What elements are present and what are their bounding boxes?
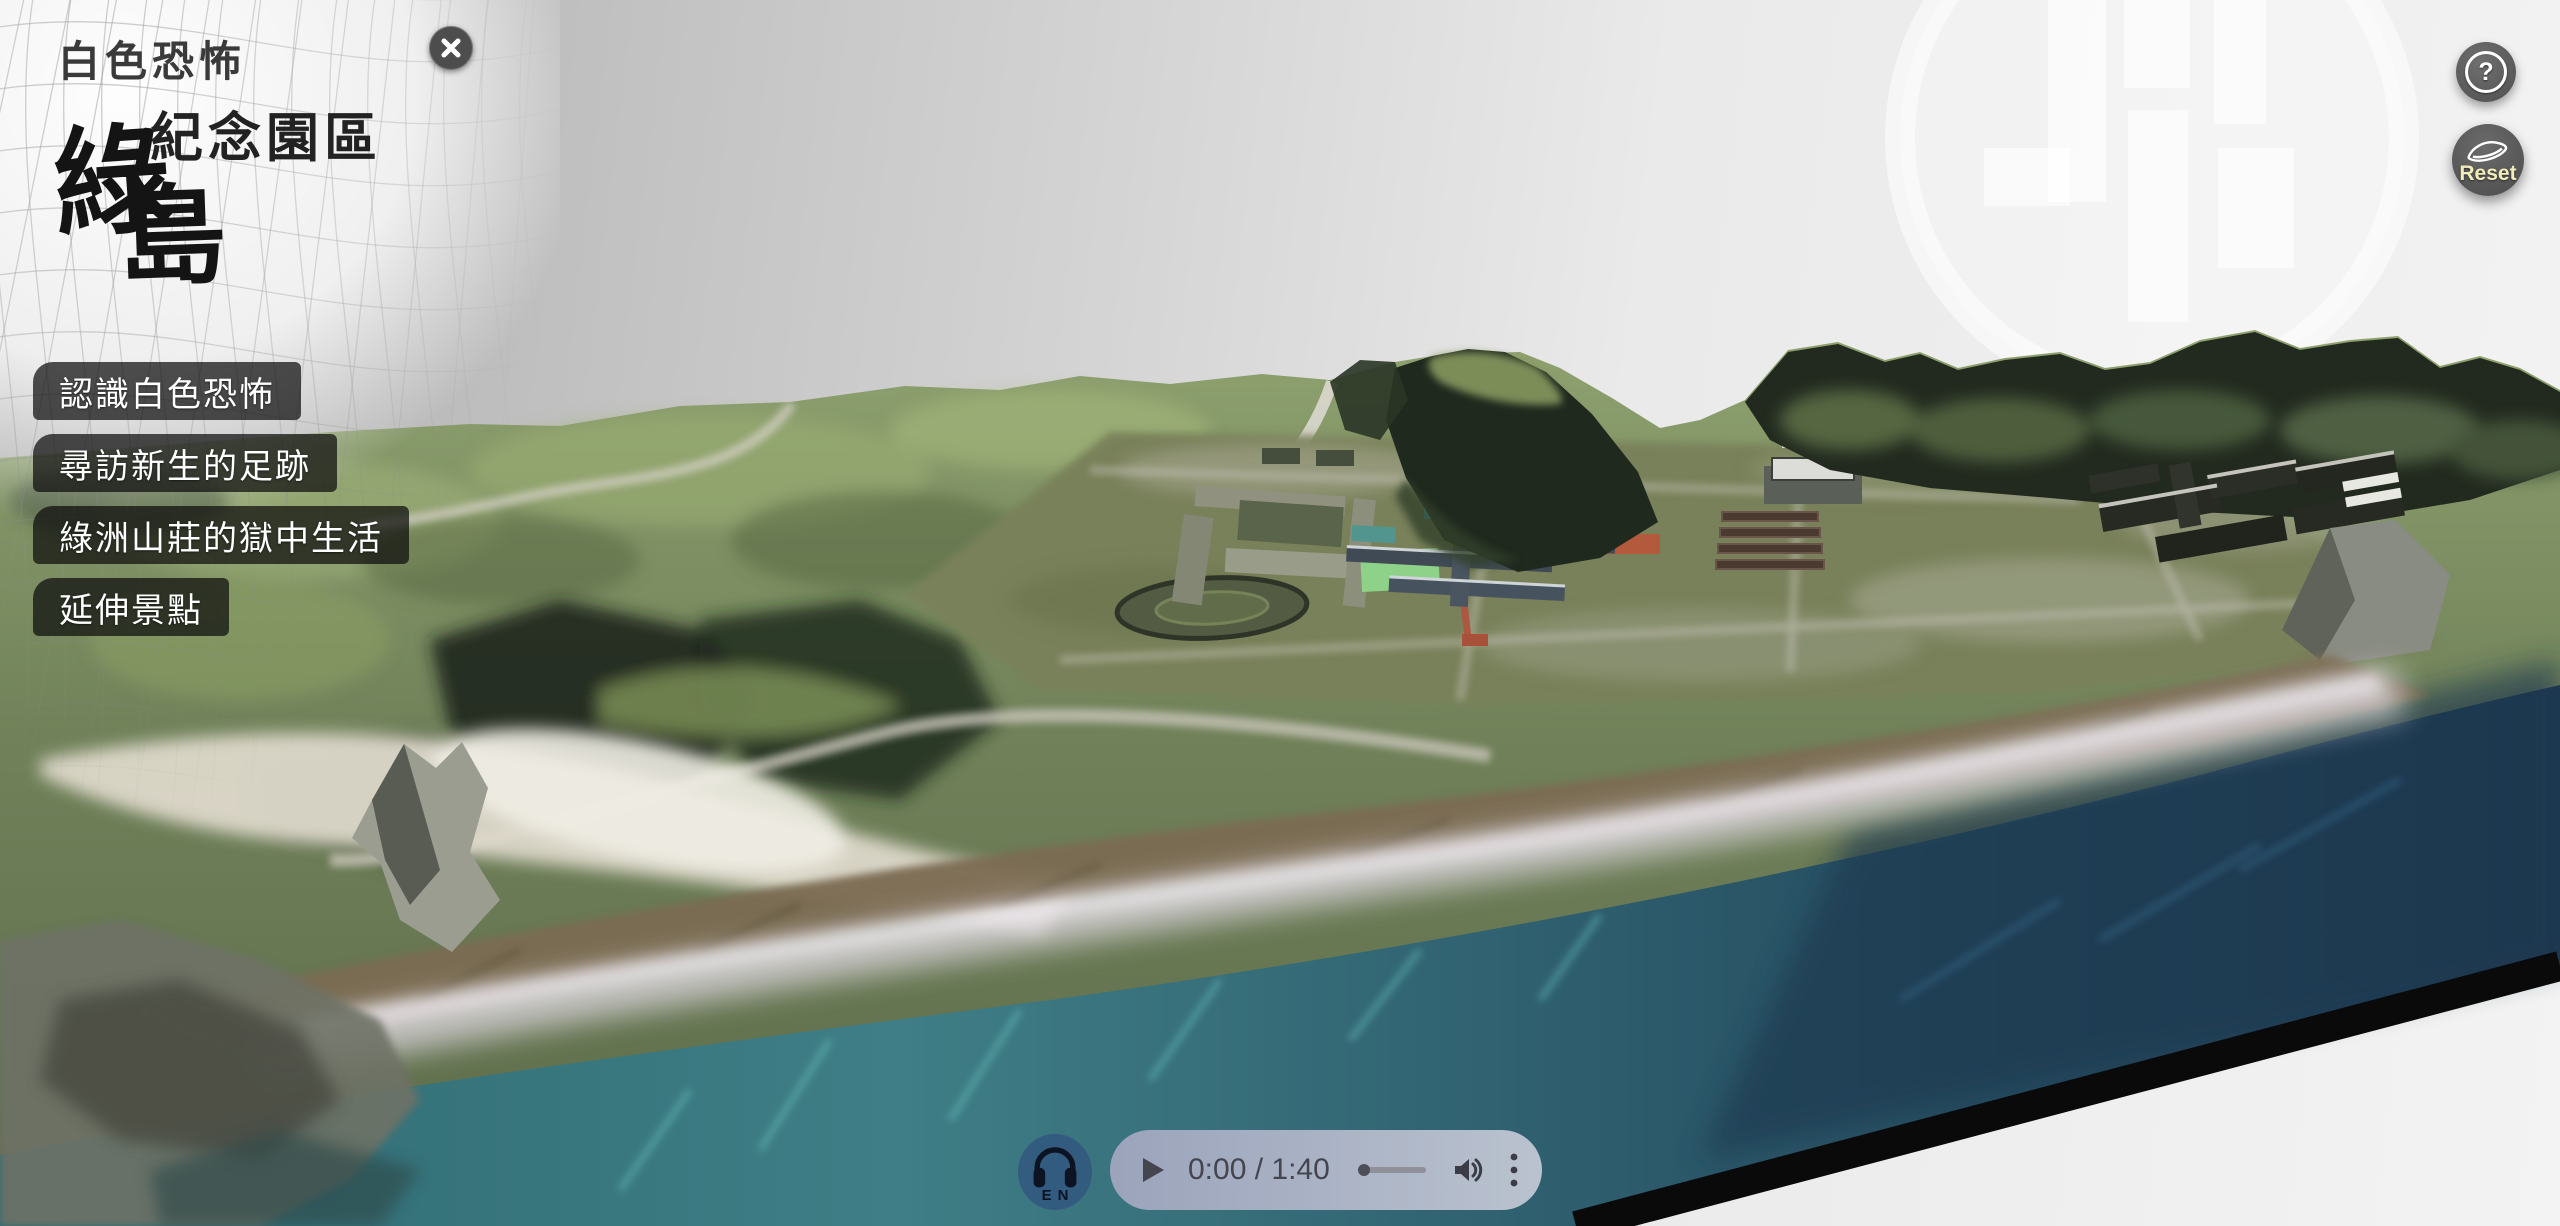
language-label: EN: [1036, 1187, 1075, 1204]
reset-button[interactable]: Reset: [2452, 124, 2524, 196]
menu-item-white-terror[interactable]: 認識白色恐怖: [33, 362, 301, 420]
progress-handle[interactable]: [1358, 1164, 1370, 1176]
close-button[interactable]: [429, 26, 473, 70]
time-display: 0:00 / 1:40: [1188, 1153, 1330, 1187]
headphones-icon: [1026, 1141, 1084, 1191]
menu-item-oasis-villa-prison-life[interactable]: 綠洲山莊的獄中生活: [33, 506, 409, 564]
volume-icon: [1452, 1155, 1484, 1185]
viewer-stage[interactable]: 白色恐怖 綠 島 紀念園區 ? Reset 認識白色恐怖 尋訪新生的足跡 綠洲山…: [0, 0, 2560, 1226]
progress-bar[interactable]: [1360, 1167, 1426, 1173]
play-icon: [1140, 1156, 1166, 1184]
menu-item-extended-sights[interactable]: 延伸景點: [33, 578, 229, 636]
play-button[interactable]: [1140, 1156, 1166, 1184]
kebab-menu-icon: [1510, 1153, 1518, 1187]
main-menu: 認識白色恐怖 尋訪新生的足跡 綠洲山莊的獄中生活 延伸景點: [33, 362, 409, 636]
menu-item-new-life-footprints[interactable]: 尋訪新生的足跡: [33, 434, 337, 492]
audio-player: 0:00 / 1:40: [1110, 1130, 1542, 1210]
volume-button[interactable]: [1452, 1155, 1484, 1185]
help-icon: ?: [2465, 51, 2507, 93]
help-button[interactable]: ?: [2456, 42, 2516, 102]
close-icon: [440, 37, 462, 59]
overflow-menu-button[interactable]: [1510, 1153, 1518, 1187]
language-audio-button[interactable]: EN: [1018, 1134, 1092, 1210]
